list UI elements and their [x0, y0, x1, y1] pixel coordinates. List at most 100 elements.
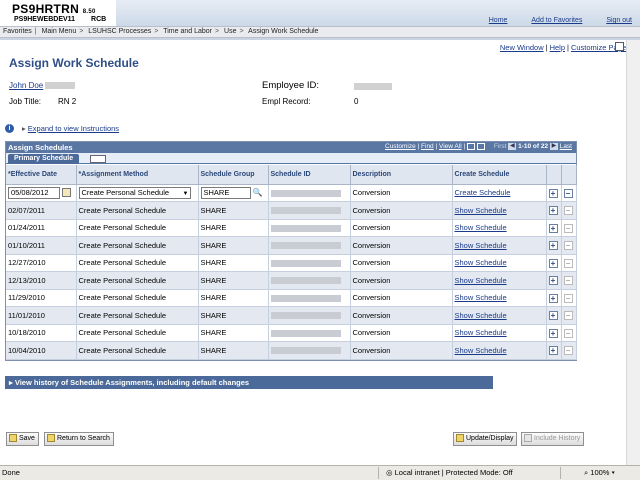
show-all-columns-icon[interactable]	[90, 155, 106, 163]
include-history-button[interactable]: Include History	[521, 432, 585, 446]
delete-cell: −	[561, 184, 577, 202]
history-icon	[524, 434, 532, 443]
schedule-id-cell	[268, 271, 351, 290]
status-divider	[378, 467, 379, 479]
page-title: Assign Work Schedule	[9, 56, 139, 70]
assignment-method-cell: Create Personal Schedule	[76, 341, 199, 360]
return-icon	[47, 434, 55, 443]
history-section-header[interactable]: ▸ View history of Schedule Assignments, …	[5, 376, 493, 389]
search-icon[interactable]: 🔍	[253, 188, 263, 197]
next-arrow-icon[interactable]: ▶	[549, 143, 558, 150]
previous-arrow-icon[interactable]: ◀	[508, 143, 517, 150]
schedule-id-cell	[268, 254, 351, 272]
show-schedule-link[interactable]: Show Schedule	[455, 311, 507, 320]
crumb-favorites[interactable]: Favorites	[3, 28, 32, 35]
col-schedule-id: Schedule ID	[268, 165, 351, 185]
add-row-icon[interactable]: +	[548, 223, 558, 233]
add-row-icon[interactable]: +	[548, 258, 558, 268]
job-title-label: Job Title:	[9, 97, 42, 106]
update-display-button[interactable]: Update/Display	[453, 432, 518, 446]
description-cell: Conversion	[350, 271, 453, 290]
zoom-grid-icon[interactable]	[476, 143, 485, 150]
assignment-method-select[interactable]: Create Personal Schedule ▼	[78, 186, 191, 199]
crumb-separator: >	[215, 28, 220, 35]
grid-customize-link[interactable]: Customize	[385, 143, 416, 150]
employee-name[interactable]: John Doe	[9, 81, 76, 90]
add-row-icon[interactable]: +	[548, 276, 558, 285]
help-link[interactable]: Help	[550, 43, 565, 52]
col-delete	[561, 165, 577, 185]
show-schedule-link[interactable]: Show Schedule	[455, 328, 507, 337]
delete-row-icon: −	[563, 258, 573, 268]
show-schedule-link[interactable]: Show Schedule	[455, 293, 507, 302]
job-title-value: RN 2	[58, 97, 77, 106]
link-separator: |	[545, 43, 548, 52]
sign-out-link[interactable]: Sign out	[606, 17, 632, 24]
description-cell: Conversion	[350, 341, 453, 360]
tab-primary-schedule[interactable]: Primary Schedule	[8, 154, 80, 164]
table-row: 05/08/2012 Create Personal Schedule ▼ SHA…	[6, 184, 577, 202]
home-link[interactable]: Home	[489, 17, 508, 24]
redacted-schedule-id	[270, 259, 341, 267]
add-cell: +	[546, 289, 562, 307]
assignment-method-cell: Create Personal Schedule	[76, 289, 199, 307]
zoom-control[interactable]: ⌕ 100% ▾	[584, 466, 615, 480]
add-cell: +	[546, 219, 562, 237]
delete-row-icon: −	[563, 328, 573, 338]
add-row-icon[interactable]: +	[548, 293, 558, 303]
crumb-current-page: Assign Work Schedule	[248, 28, 319, 35]
description-cell: Conversion	[350, 324, 453, 342]
effective-date-cell: 11/29/2010	[6, 289, 77, 307]
return-to-search-button[interactable]: Return to Search	[44, 432, 114, 446]
table-header-row: *Effective Date *Assignment Method Sched…	[6, 165, 577, 185]
show-schedule-cell: Show Schedule	[452, 219, 547, 237]
top-bar: Home Add to Favorites Sign out	[116, 0, 640, 26]
vertical-scrollbar[interactable]	[626, 40, 640, 465]
create-schedule-link[interactable]: Create Schedule	[455, 188, 511, 197]
grid-find-link[interactable]: Find	[421, 143, 434, 150]
effective-date-input[interactable]: 05/08/2012	[8, 186, 60, 199]
save-button[interactable]: Save	[6, 432, 39, 446]
show-schedule-link[interactable]: Show Schedule	[455, 276, 507, 285]
add-row-icon[interactable]: +	[548, 188, 558, 198]
crumb-main-menu[interactable]: Main Menu	[42, 28, 77, 35]
crumb-lsuhsc-processes[interactable]: LSUHSC Processes	[88, 28, 151, 35]
zoom-level: 100%	[590, 468, 610, 477]
add-row-icon[interactable]: +	[548, 311, 558, 320]
add-row-icon[interactable]: +	[548, 346, 558, 355]
show-schedule-link[interactable]: Show Schedule	[455, 346, 507, 355]
show-schedule-link[interactable]: Show Schedule	[455, 241, 507, 250]
add-to-favorites-link[interactable]: Add to Favorites	[531, 17, 582, 24]
download-icon[interactable]	[466, 143, 475, 150]
grid-view-all-link[interactable]: View All	[439, 143, 462, 150]
schedule-group-input[interactable]: SHARE	[200, 186, 251, 199]
calendar-icon[interactable]	[62, 188, 71, 198]
show-schedule-link[interactable]: Show Schedule	[455, 206, 507, 215]
expand-window-icon[interactable]	[615, 42, 624, 51]
add-row-icon[interactable]: +	[548, 328, 558, 338]
show-schedule-link[interactable]: Show Schedule	[455, 223, 507, 232]
add-row-icon[interactable]: +	[548, 241, 558, 250]
table-row: 01/10/2011 Create Personal Schedule SHARE C…	[6, 236, 577, 255]
add-row-icon[interactable]: +	[548, 206, 558, 215]
grid-last-link[interactable]: Last	[560, 143, 572, 150]
table-row: 01/24/2011 Create Personal Schedule SHARE C…	[6, 219, 577, 237]
new-window-link[interactable]: New Window	[500, 43, 544, 52]
delete-row-icon: −	[563, 311, 573, 320]
schedule-group-cell: SHARE	[198, 341, 269, 360]
redacted-employee-id	[354, 83, 392, 91]
update-display-label: Update/Display	[466, 435, 514, 442]
show-schedule-link[interactable]: Show Schedule	[455, 258, 507, 267]
employee-name-link[interactable]: John Doe	[9, 81, 43, 90]
show-schedule-cell: Show Schedule	[452, 201, 547, 220]
crumb-time-and-labor[interactable]: Time and Labor	[163, 28, 212, 35]
expand-instructions-link[interactable]: Expand to view Instructions	[28, 124, 119, 133]
link-separator: |	[567, 43, 569, 52]
server-text: PS9HEWEBDEV11	[14, 16, 76, 23]
expand-instructions[interactable]: ▸ Expand to view Instructions	[22, 124, 119, 133]
schedule-group-cell: SHARE	[198, 201, 269, 220]
delete-row-icon[interactable]: −	[563, 188, 573, 198]
chevron-down-icon: ▼	[182, 190, 189, 197]
add-cell: +	[546, 341, 562, 360]
crumb-use[interactable]: Use	[224, 28, 236, 35]
